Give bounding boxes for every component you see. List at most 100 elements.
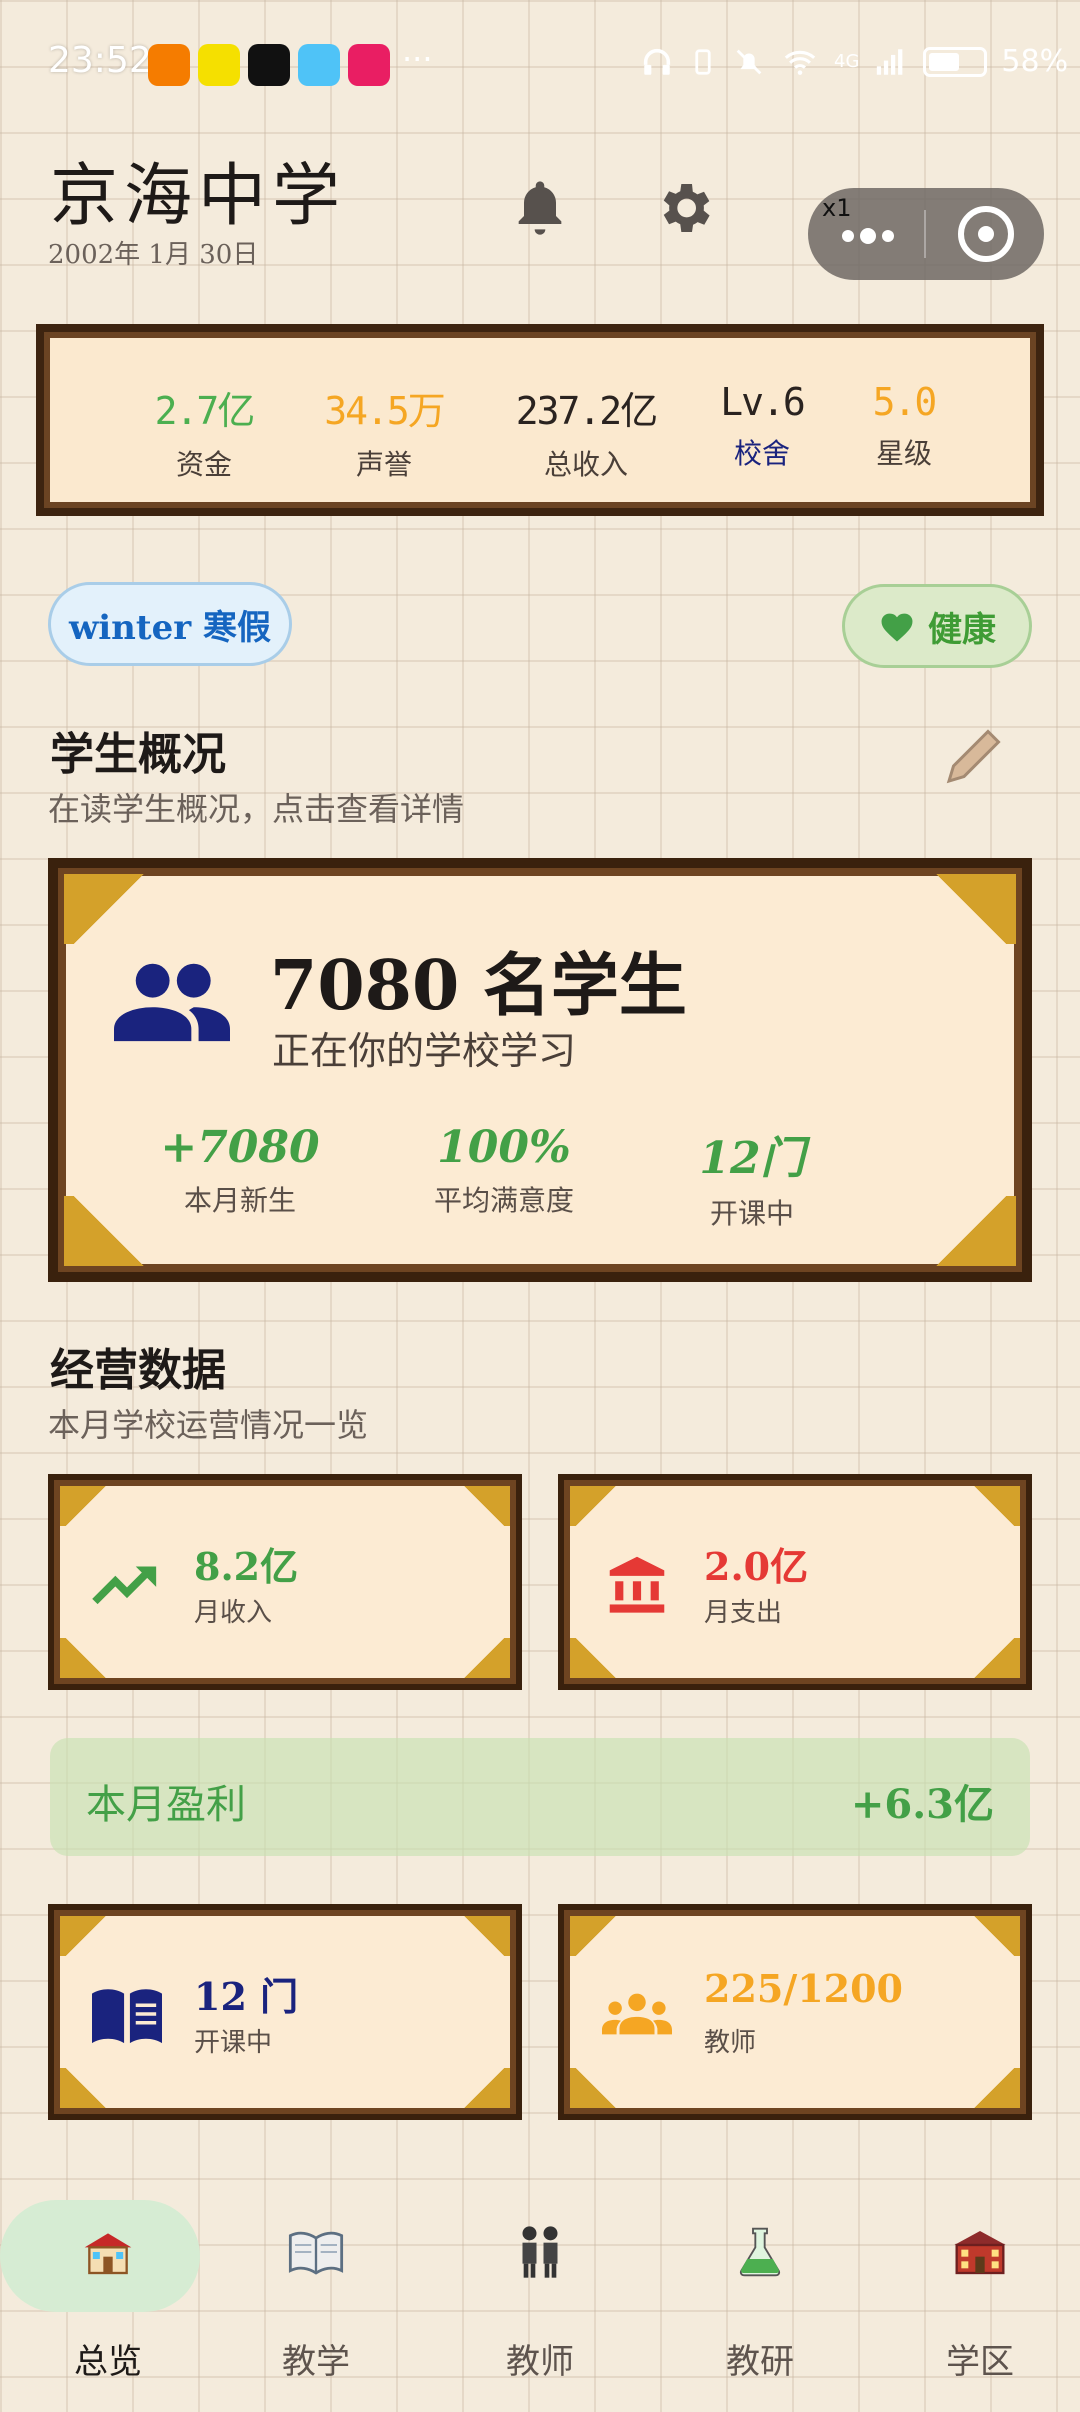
metric-new-students: +7080 本月新生	[140, 1122, 340, 1219]
profit-label: 本月盈利	[86, 1782, 246, 1828]
battery-icon	[923, 46, 988, 77]
teachers-group-icon	[602, 1993, 672, 2035]
students-group-icon	[114, 963, 230, 1042]
card-corner-ornament	[64, 874, 194, 944]
metric-value: 12门	[699, 1133, 805, 1184]
school-name: 京海中学	[50, 157, 347, 236]
notification-app-icon	[198, 44, 240, 86]
vibrate-icon	[695, 48, 711, 75]
notification-app-icon	[148, 44, 190, 86]
card-corner-ornament	[886, 874, 1016, 944]
student-count-subline: 正在你的学校学习	[272, 1029, 577, 1073]
nav-overview[interactable]: 总览	[0, 2196, 216, 2412]
teachers-label: 教师	[704, 2028, 757, 2058]
headphones-icon	[643, 48, 671, 75]
stat-value: 5.0	[872, 380, 938, 424]
metric-label: 本月新生	[183, 1184, 296, 1217]
stat-reputation: 34.5万 声誉	[314, 380, 454, 483]
business-section-subtitle: 本月学校运营情况一览	[48, 1406, 369, 1444]
stat-value: 2.7亿	[154, 389, 256, 433]
stat-label: 资金	[175, 448, 232, 481]
card-corner-ornament	[436, 1486, 510, 1526]
campus-icon	[954, 2231, 1006, 2275]
teachers-card[interactable]: 225/1200 教师	[558, 1904, 1032, 2120]
more-options-icon[interactable]	[840, 226, 896, 246]
card-corner-ornament	[946, 1638, 1020, 1678]
teachers-value: 225/1200	[704, 1966, 903, 2011]
status-time: 23:52	[48, 40, 152, 81]
stats-panel: 2.7亿 资金 34.5万 声誉 237.2亿 总收入 Lv.6 校舍 5.0 …	[36, 324, 1044, 516]
battery-percent: 58%	[1001, 44, 1069, 79]
stat-funds: 2.7亿 资金	[134, 380, 274, 483]
capsule-divider	[924, 210, 926, 258]
courses-value: 12 门	[194, 1974, 299, 2019]
wifi-icon	[784, 50, 816, 75]
courses-label: 开课中	[194, 2028, 273, 2058]
card-corner-ornament	[60, 2068, 134, 2108]
metric-label: 开课中	[709, 1197, 794, 1230]
business-section-title: 经营数据	[50, 1345, 226, 1396]
card-corner-ornament	[436, 1638, 510, 1678]
monthly-income-card[interactable]: 8.2亿 月收入	[48, 1474, 522, 1690]
stat-value: 237.2亿	[515, 389, 658, 433]
notification-bell-icon[interactable]	[508, 176, 572, 240]
school-building-icon	[84, 2233, 132, 2275]
card-corner-ornament	[570, 1916, 644, 1956]
metric-courses: 12门 开课中	[652, 1122, 852, 1232]
bottom-navigation: 总览 教学 教师 教研 学区	[0, 2196, 1080, 2412]
card-corner-ornament	[436, 1916, 510, 1956]
card-corner-ornament	[60, 1916, 134, 1956]
metric-value: 100%	[437, 1122, 571, 1173]
profit-value: +6.3亿	[850, 1781, 994, 1828]
game-date: 2002年 1月 30日	[48, 240, 259, 270]
nav-label: 学区	[946, 2342, 1014, 2382]
card-corner-ornament	[436, 2068, 510, 2108]
status-bar: 23:52 ··· 4G 58%	[0, 0, 1080, 120]
card-corner-ornament	[946, 1486, 1020, 1526]
heart-icon	[881, 613, 913, 642]
close-mini-program-icon[interactable]	[958, 206, 1014, 262]
trending-up-icon	[92, 1566, 157, 1605]
income-value: 8.2亿	[194, 1544, 299, 1589]
mute-bell-icon	[736, 49, 762, 74]
student-overview-card[interactable]: 7080 名学生 正在你的学校学习 +7080 本月新生 100% 平均满意度 …	[48, 858, 1032, 1282]
nav-teaching[interactable]: 教学	[208, 2196, 424, 2412]
metric-label: 平均满意度	[433, 1184, 574, 1217]
nav-research[interactable]: 教研	[652, 2196, 868, 2412]
stat-label: 星级	[875, 437, 932, 470]
nav-label: 总览	[74, 2342, 142, 2382]
card-corner-ornament	[60, 1486, 134, 1526]
open-book-icon	[288, 2231, 344, 2275]
metric-value: +7080	[160, 1122, 320, 1173]
card-corner-ornament	[570, 1638, 644, 1678]
stat-campus-level: Lv.6 校舍	[692, 380, 832, 472]
more-notifications-icon: ···	[402, 40, 433, 78]
stat-total-income: 237.2亿 总收入	[506, 380, 666, 483]
health-label: 健康	[928, 609, 996, 650]
speed-label[interactable]: x1	[822, 194, 851, 222]
income-label: 月收入	[194, 1598, 273, 1628]
nav-label: 教学	[282, 2342, 350, 2382]
status-indicators: 4G 58%	[640, 44, 1068, 79]
monthly-profit-bar: 本月盈利 +6.3亿	[50, 1738, 1030, 1856]
people-icon	[522, 2226, 558, 2278]
settings-gear-icon[interactable]	[652, 176, 716, 240]
expense-label: 月支出	[704, 1598, 783, 1628]
courses-card[interactable]: 12 门 开课中	[48, 1904, 522, 2120]
nav-teachers[interactable]: 教师	[432, 2196, 648, 2412]
stat-label: 总收入	[543, 448, 628, 481]
stat-label: 声誉	[355, 448, 412, 481]
reader-app-icon	[298, 44, 340, 86]
bank-icon	[609, 1556, 665, 1613]
card-corner-ornament	[946, 1916, 1020, 1956]
metric-satisfaction: 100% 平均满意度	[404, 1122, 604, 1219]
nav-label: 教研	[726, 2342, 794, 2382]
stat-label: 校舍	[733, 437, 790, 470]
monthly-expense-card[interactable]: 2.0亿 月支出	[558, 1474, 1032, 1690]
health-badge[interactable]: 健康	[842, 584, 1032, 668]
season-badge[interactable]: winter 寒假	[48, 582, 292, 666]
tiktok-icon	[248, 44, 290, 86]
card-corner-ornament	[60, 1638, 134, 1678]
student-count-headline: 7080 名学生	[270, 946, 687, 1026]
nav-district[interactable]: 学区	[872, 2196, 1080, 2412]
